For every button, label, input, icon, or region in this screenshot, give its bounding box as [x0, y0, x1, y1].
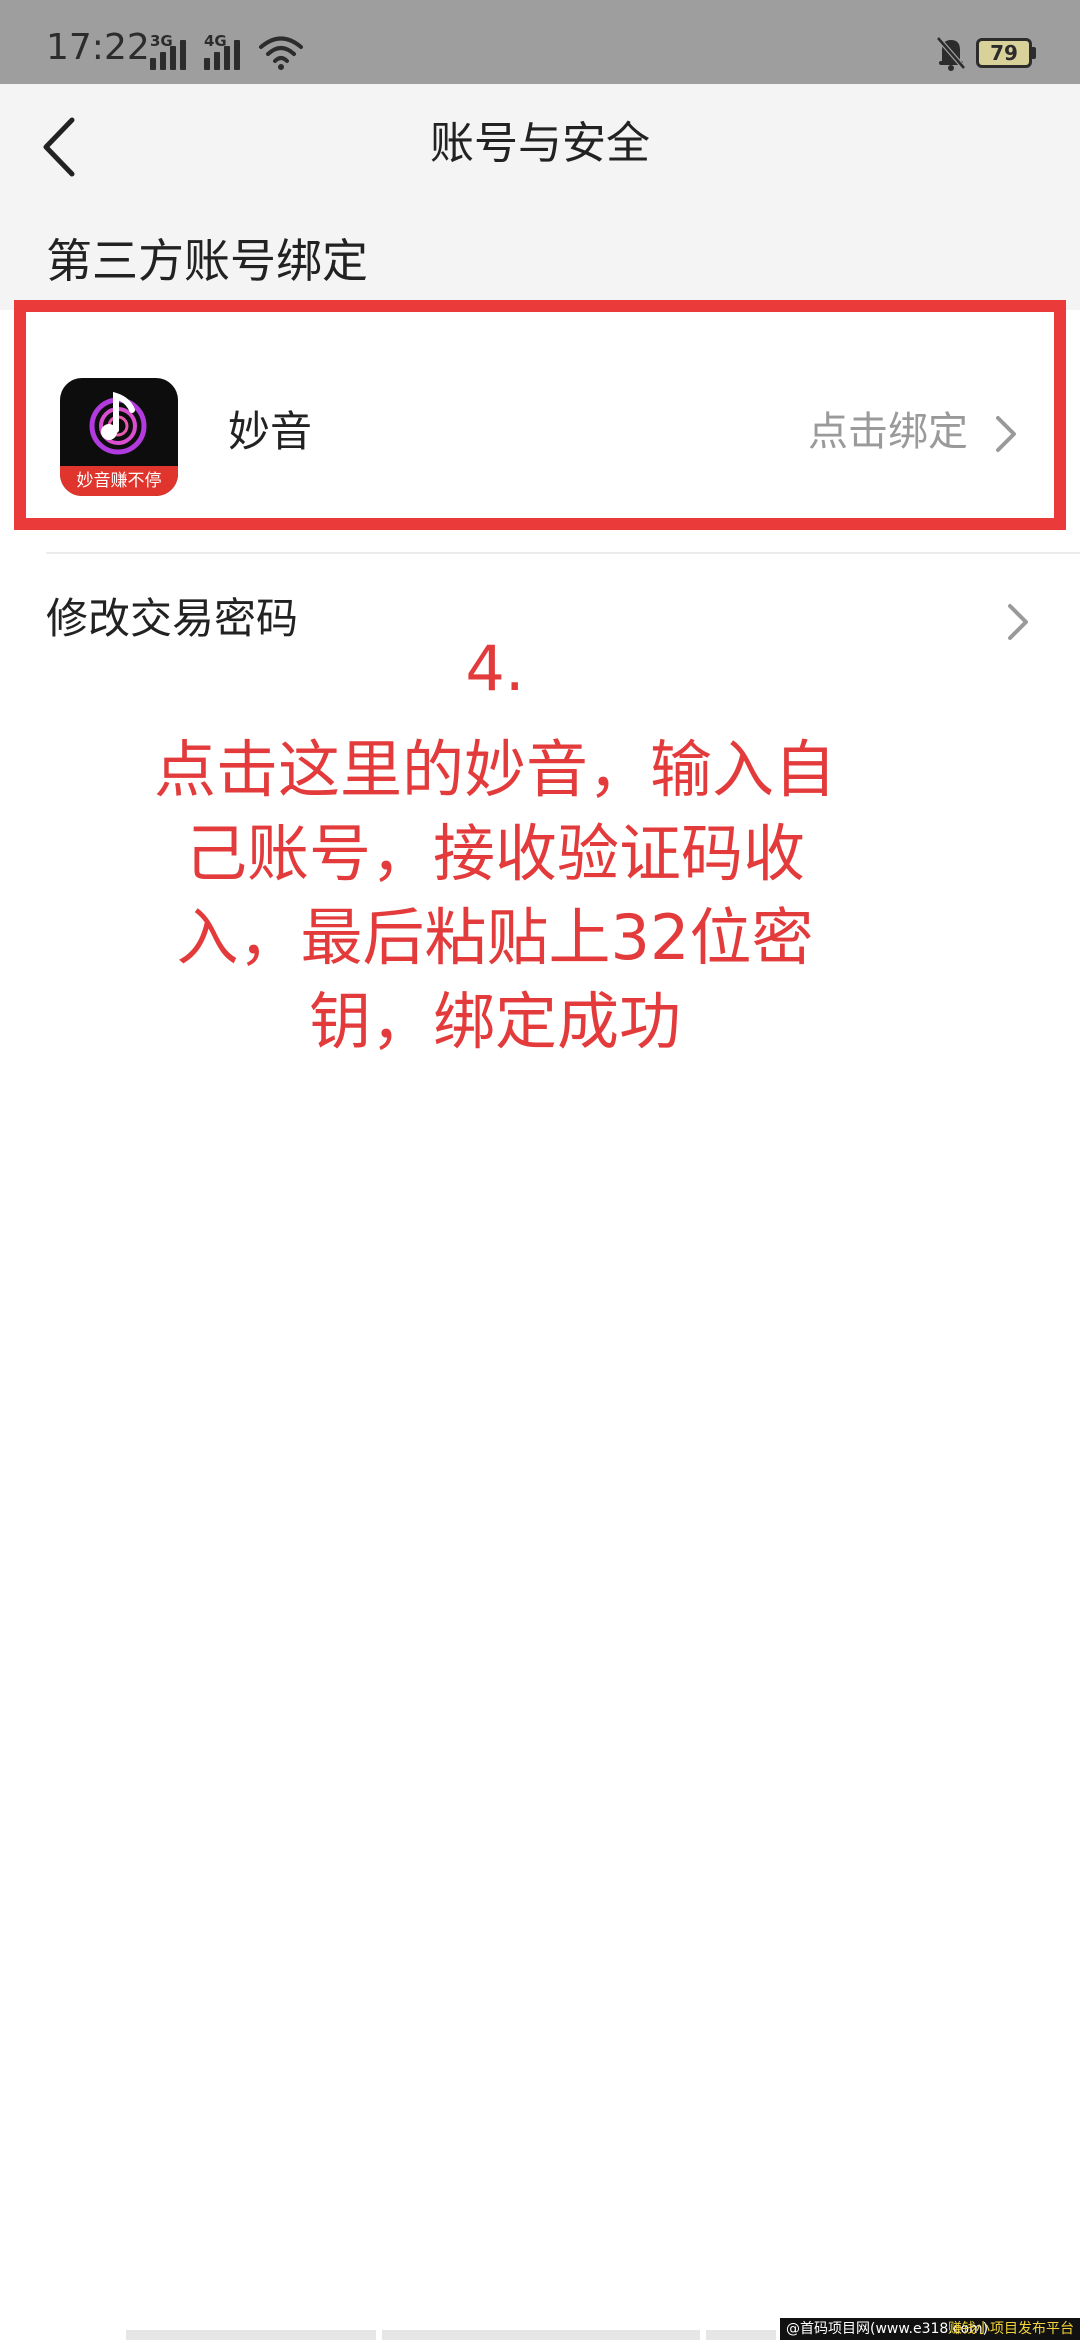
annotation-line: 入，最后粘贴上32位密	[176, 901, 814, 974]
music-note-icon	[89, 391, 147, 455]
bind-action-label: 点击绑定	[808, 409, 968, 455]
wifi-icon	[259, 36, 303, 70]
annotation-line: 钥，绑定成功	[308, 985, 681, 1058]
home-indicator-gap	[700, 2330, 706, 2340]
app-icon: 妙音赚不停	[60, 378, 178, 496]
watermark-right: 赚钱小项目发布平台	[948, 2321, 1074, 2337]
cellular-signal-1-icon: 3G	[150, 33, 194, 70]
battery-tip	[1032, 47, 1036, 59]
annotation-step-number: 4.	[465, 632, 525, 705]
account-security-screen: 17:22 3G 4G 79 账号与安全 第三方账号绑定 妙音赚不停 妙音 点击…	[0, 0, 1080, 2340]
annotation-line: 点击这里的妙音，输入自	[153, 733, 836, 806]
app-name: 妙音	[228, 407, 313, 456]
watermark-strip: @首码项目网(www.e318.com) 赚钱小项目发布平台	[780, 2318, 1080, 2340]
bell-off-icon	[936, 36, 966, 71]
page-title: 账号与安全	[430, 118, 650, 169]
home-indicator	[126, 2330, 776, 2340]
row-divider	[46, 552, 1080, 554]
section-title: 第三方账号绑定	[46, 234, 368, 288]
chevron-right-icon	[1008, 604, 1028, 640]
nav-header: 账号与安全	[0, 84, 1080, 210]
annotation-line: 己账号，接收验证码收	[184, 817, 805, 890]
status-bar: 17:22 3G 4G 79	[0, 0, 1080, 84]
instruction-annotation: 4. 点击这里的妙音，输入自 己账号，接收验证码收 入，最后粘贴上32位密 钥，…	[100, 632, 890, 1064]
home-indicator-gap	[376, 2330, 382, 2340]
bind-miaoyin-row[interactable]: 妙音赚不停 妙音 点击绑定	[14, 300, 1066, 530]
chevron-right-icon	[996, 416, 1016, 452]
status-time: 17:22	[46, 27, 150, 68]
cellular-signal-2-icon: 4G	[204, 33, 248, 70]
section-header: 第三方账号绑定	[0, 210, 1080, 310]
battery-indicator: 79	[976, 38, 1032, 68]
app-icon-caption: 妙音赚不停	[60, 466, 178, 496]
